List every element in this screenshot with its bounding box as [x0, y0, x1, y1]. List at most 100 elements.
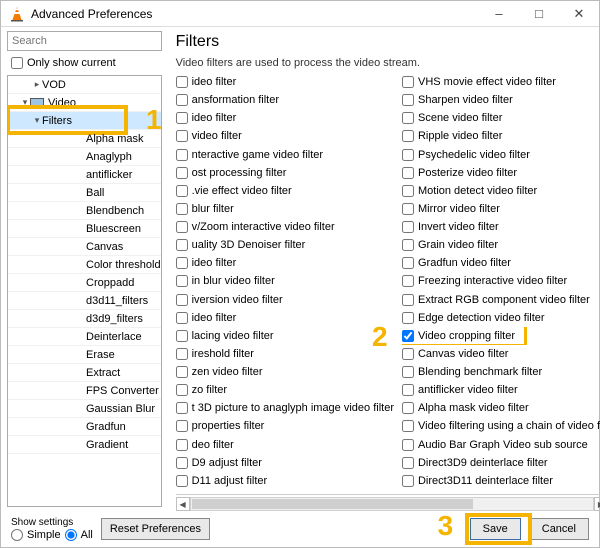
tree-item[interactable]: Gradfun	[8, 418, 161, 436]
filter-checkbox[interactable]	[176, 203, 188, 215]
window-title: Advanced Preferences	[31, 7, 479, 21]
filter-checkbox[interactable]	[176, 185, 188, 197]
filter-checkbox[interactable]	[176, 402, 188, 414]
filter-checkbox[interactable]	[176, 257, 188, 269]
filter-checkbox[interactable]	[176, 475, 188, 487]
filter-checkbox[interactable]	[402, 239, 414, 251]
tree-item[interactable]: d3d11_filters	[8, 292, 161, 310]
reset-preferences-button[interactable]: Reset Preferences	[101, 518, 210, 540]
maximize-button[interactable]: □	[519, 1, 559, 27]
filters-description: Video filters are used to process the vi…	[176, 57, 600, 69]
tree-item[interactable]: Ball	[8, 184, 161, 202]
simple-radio[interactable]	[11, 529, 23, 541]
only-show-current-checkbox[interactable]	[11, 57, 23, 69]
filter-checkbox[interactable]	[402, 130, 414, 142]
filter-checkbox[interactable]	[176, 149, 188, 161]
filter-checkbox[interactable]	[176, 239, 188, 251]
filter-checkbox[interactable]	[402, 203, 414, 215]
tree-item[interactable]: Gradient	[8, 436, 161, 454]
tree-item[interactable]: Deinterlace	[8, 328, 161, 346]
filter-checkbox[interactable]	[402, 112, 414, 124]
tree-item[interactable]: Croppadd	[8, 274, 161, 292]
tree-item[interactable]: Gaussian Blur	[8, 400, 161, 418]
filter-checkbox[interactable]	[402, 312, 414, 324]
scrollbar-track[interactable]	[190, 497, 594, 511]
filter-checkbox[interactable]	[176, 294, 188, 306]
filter-checkbox[interactable]	[402, 185, 414, 197]
tree-item-filters[interactable]: ▾ Filters 1	[8, 112, 161, 130]
tree-item[interactable]: Alpha mask	[8, 130, 161, 148]
filter-checkbox[interactable]	[176, 366, 188, 378]
filter-checkbox[interactable]	[402, 149, 414, 161]
tree-item[interactable]: FPS Converter	[8, 382, 161, 400]
tree-item[interactable]: Erase	[8, 346, 161, 364]
search-input[interactable]	[7, 31, 162, 51]
horizontal-scrollbar[interactable]: ◀ ▶	[176, 497, 600, 511]
filter-checkbox[interactable]	[402, 257, 414, 269]
body: Only show current ▸ VOD ▾ Video ▾ Filter…	[1, 27, 599, 547]
tree-item[interactable]: Color threshold	[8, 256, 161, 274]
only-show-current-row: Only show current	[7, 53, 168, 73]
filter-checkbox-row: antiflicker video filter	[402, 381, 600, 399]
filter-checkbox[interactable]	[176, 312, 188, 324]
filter-checkbox-row: .vie effect video filter	[176, 182, 394, 200]
filter-checkbox[interactable]	[176, 94, 188, 106]
tree-item[interactable]: Blendbench	[8, 202, 161, 220]
tree-item[interactable]: Extract	[8, 364, 161, 382]
filter-checkbox[interactable]	[176, 167, 188, 179]
filter-checkbox[interactable]	[402, 439, 414, 451]
filter-checkbox[interactable]	[402, 167, 414, 179]
filters-pane: ideo filteransformation filterideo filte…	[176, 73, 600, 495]
filter-checkbox[interactable]	[402, 420, 414, 432]
filter-checkbox[interactable]	[402, 402, 414, 414]
filter-checkbox[interactable]	[402, 384, 414, 396]
filter-checkbox[interactable]	[402, 76, 414, 88]
all-radio[interactable]	[65, 529, 77, 541]
filter-checkbox[interactable]	[176, 130, 188, 142]
filter-checkbox-row: Audio Bar Graph Video sub source	[402, 436, 600, 454]
tree-item-video[interactable]: ▾ Video	[8, 94, 161, 112]
filter-checkbox[interactable]	[176, 275, 188, 287]
filter-checkbox-row: ost processing filter	[176, 164, 394, 182]
filter-label: Ripple video filter	[418, 130, 502, 142]
filter-checkbox[interactable]	[402, 221, 414, 233]
tree-item-vod[interactable]: ▸ VOD	[8, 76, 161, 94]
cancel-button[interactable]: Cancel	[529, 518, 589, 540]
scroll-left-icon[interactable]: ◀	[176, 497, 190, 511]
tree-item[interactable]: Anaglyph	[8, 148, 161, 166]
tree-item[interactable]: Bluescreen	[8, 220, 161, 238]
filter-checkbox-row: Alpha mask video filter	[402, 399, 600, 417]
filter-checkbox[interactable]	[176, 221, 188, 233]
tree-item[interactable]: d3d9_filters	[8, 310, 161, 328]
filter-checkbox[interactable]	[176, 112, 188, 124]
filter-checkbox-row: Gradfun video filter	[402, 254, 600, 272]
chevron-down-icon: ▾	[20, 97, 30, 108]
filter-checkbox[interactable]	[176, 76, 188, 88]
scrollbar-thumb[interactable]	[192, 499, 474, 509]
filter-checkbox[interactable]	[402, 457, 414, 469]
preferences-tree[interactable]: ▸ VOD ▾ Video ▾ Filters 1 Alpha maskA	[7, 75, 162, 507]
filter-checkbox-row: iversion video filter	[176, 291, 394, 309]
filter-checkbox[interactable]	[176, 348, 188, 360]
filter-checkbox[interactable]	[402, 348, 414, 360]
scroll-right-icon[interactable]: ▶	[594, 497, 600, 511]
filter-checkbox[interactable]	[176, 439, 188, 451]
minimize-button[interactable]: –	[479, 1, 519, 27]
close-button[interactable]: ✕	[559, 1, 599, 27]
chevron-down-icon: ▾	[32, 115, 42, 126]
filter-checkbox[interactable]	[176, 384, 188, 396]
filter-checkbox[interactable]	[402, 275, 414, 287]
filter-checkbox[interactable]	[402, 294, 414, 306]
filter-label: blur filter	[192, 203, 234, 215]
filter-checkbox[interactable]	[402, 475, 414, 487]
filter-checkbox[interactable]	[402, 366, 414, 378]
tree-item[interactable]: Canvas	[8, 238, 161, 256]
filter-checkbox[interactable]	[176, 457, 188, 469]
filter-checkbox[interactable]	[176, 330, 188, 342]
filter-checkbox[interactable]	[402, 94, 414, 106]
filter-checkbox[interactable]	[402, 330, 414, 342]
filter-checkbox[interactable]	[176, 420, 188, 432]
tree-item[interactable]: antiflicker	[8, 166, 161, 184]
save-button[interactable]: Save	[470, 518, 521, 540]
filter-checkbox-row: in blur video filter	[176, 272, 394, 290]
